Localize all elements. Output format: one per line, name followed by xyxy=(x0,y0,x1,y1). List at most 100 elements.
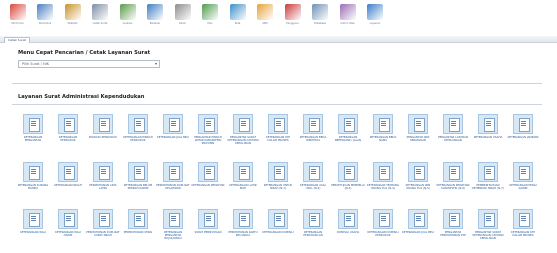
toolbar-item-label: Cetak Surat xyxy=(92,22,108,25)
toolbar-item-bantuan[interactable]: Bantuan xyxy=(142,4,169,34)
surat-card[interactable]: PENGANTAR LAPORAN KEHILANGAN xyxy=(437,114,469,146)
surat-card[interactable]: PERMOHONAN DUPLIKAT SURAT NIKAH xyxy=(86,209,120,241)
surat-card[interactable]: KETERANGAN BEDA NAMA xyxy=(367,114,399,146)
surat-card[interactable]: KETERANGAN PENGANTAR RUJUK/CERAI xyxy=(157,209,189,241)
toolbar-item-penduduk[interactable]: Penduduk xyxy=(32,4,59,34)
surat-card[interactable]: KETERANGAN JAMINAN xyxy=(507,114,539,146)
surat-label: KETERANGAN JUAL BELI xyxy=(157,135,189,139)
toolbar-item-persil[interactable]: Persil xyxy=(169,4,196,34)
surat-card[interactable]: KETERANGAN BEDA IDENTITAS xyxy=(297,114,329,146)
surat-card[interactable]: KETERANGAN PENGANTAR xyxy=(17,114,49,146)
document-icon xyxy=(338,209,358,229)
surat-card[interactable]: KETERANGAN PERGI KAWIN xyxy=(507,162,539,190)
surat-card[interactable]: KETERANGAN BEPERGIAN / JALAN xyxy=(332,114,364,146)
tab-cetak-surat[interactable]: Cetak Surat xyxy=(4,37,30,43)
surat-card[interactable]: KETERANGAN PENGHASILAN xyxy=(297,209,329,241)
surat-card[interactable]: KETERANGAN KTP DALAM PROSES xyxy=(262,114,294,146)
surat-label: KETERANGAN KURANG MAMPU xyxy=(17,183,49,191)
users-icon xyxy=(284,4,301,20)
document-icon xyxy=(268,114,288,134)
toolbar-item-plan[interactable]: Plan xyxy=(197,4,224,34)
surat-card[interactable]: SURAT PERNYATAAN xyxy=(192,209,224,241)
surat-card[interactable]: PERMOHONAN AKTA LAHIR xyxy=(87,162,119,190)
toolbar-item-admin-web[interactable]: Admin Web xyxy=(334,4,361,34)
surat-card[interactable]: KETERANGAN DOMISILI xyxy=(262,209,294,241)
globe-icon xyxy=(229,4,246,20)
surat-label: KETERANGAN ASAL USUL (N-2) xyxy=(299,183,327,191)
surat-search-select[interactable]: Pilih Surat / NIK ▾ xyxy=(18,60,160,68)
surat-card[interactable]: KETERANGAN JUAL BELI xyxy=(402,209,434,241)
surat-card[interactable]: KETERANGAN UNTUK NIKAH (N-1) xyxy=(262,162,294,190)
surat-card[interactable]: KETERANGAN IZIN ORANG TUA (N-5) xyxy=(402,162,434,190)
document-icon xyxy=(478,209,498,229)
document-icon xyxy=(513,162,533,182)
surat-label: KETERANGAN IZIN ORANG TUA (N-5) xyxy=(405,183,431,191)
toolbar-item-label: Admin Web xyxy=(340,22,355,25)
toolbar-item-analisis[interactable]: Analisis xyxy=(114,4,141,34)
surat-card[interactable]: KETERANGAN LAHIR MATI xyxy=(227,162,259,190)
document-icon xyxy=(408,114,428,134)
surat-card[interactable]: PENGANTAR IZIN KERAMAIAN xyxy=(402,114,434,146)
surat-label: DOMISILI USAHA xyxy=(336,230,360,234)
toolbar-item-pengguna[interactable]: Pengguna xyxy=(279,4,306,34)
surat-card[interactable]: KETERANGAN ASAL USUL (N-2) xyxy=(297,162,329,190)
toolbar-item-sms[interactable]: SMS xyxy=(252,4,279,34)
surat-row: KETERANGAN PENGANTAR KETERANGAN PENDUDUK B… xyxy=(17,114,542,146)
toolbar-item-cetak-surat[interactable]: Cetak Surat xyxy=(87,4,114,34)
surat-card[interactable]: KETERANGAN KEMATIAN xyxy=(192,162,224,190)
surat-card[interactable]: PERMOHONAN CERAI xyxy=(122,209,154,241)
surat-card[interactable]: PERMOHONAN DUPLIKAT KELAHIRAN xyxy=(156,162,190,190)
document-icon xyxy=(513,114,533,134)
surat-card[interactable]: KETERANGAN WALI HAKIM xyxy=(52,209,84,241)
tab-bar: Cetak Surat xyxy=(0,36,557,43)
surat-label: KETERANGAN NIKAH xyxy=(54,183,82,187)
surat-card[interactable]: KETERANGAN PINDAH PENDUDUK xyxy=(122,114,154,146)
document-icon xyxy=(198,162,218,182)
surat-label: PENGANTAR LAPORAN KEHILANGAN xyxy=(438,135,468,143)
surat-card[interactable]: KETERANGAN USAHA xyxy=(472,114,504,146)
surat-card[interactable]: KETERANGAN WALI xyxy=(17,209,49,241)
surat-label: KETERANGAN BELUM PERNAH KAWIN xyxy=(123,183,153,191)
surat-card[interactable]: PENGANTAR PINDAH ANTAR KABUPATEN/ PROVIN… xyxy=(192,114,224,146)
document-icon xyxy=(303,209,323,229)
surat-label: KETERANGAN PINDAH PENDUDUK xyxy=(123,135,153,143)
toolbar-item-statistik[interactable]: Statistik xyxy=(59,4,86,34)
surat-card[interactable]: KETERANGAN JUAL BELI xyxy=(157,114,189,146)
document-icon xyxy=(338,114,358,134)
surat-label: KETERANGAN PENGANTAR RUJUK/CERAI xyxy=(163,230,183,241)
surat-label: KETERANGAN PERGI KAWIN xyxy=(509,183,537,191)
surat-label: KETERANGAN JUAL BELI xyxy=(402,230,434,234)
surat-card[interactable]: KETERANGAN KTP DALAM PROSES xyxy=(507,209,539,241)
toolbar-item-label: Penduduk xyxy=(38,22,52,25)
surat-card[interactable]: BIODATA PENDUDUK xyxy=(87,114,119,146)
document-icon xyxy=(373,209,393,229)
document-icon xyxy=(23,162,43,182)
surat-card[interactable]: KETERANGAN PENDUDUK xyxy=(52,114,84,146)
toolbar-item-database[interactable]: Database xyxy=(307,4,334,34)
surat-card[interactable]: KETERANGAN KURANG MAMPU xyxy=(17,162,49,190)
surat-label: KETERANGAN USAHA xyxy=(473,135,503,139)
surat-card[interactable]: PENGANTAR PERMOHONAN KTP xyxy=(437,209,469,241)
surat-card[interactable]: PEMBERITAHUAN KEHENDAK NIKAH (N-7) xyxy=(472,162,504,190)
surat-label: KETERANGAN PENGHASILAN xyxy=(303,230,323,238)
surat-card[interactable]: KETERANGAN BELUM PERNAH KAWIN xyxy=(122,162,154,190)
surat-card[interactable]: KETERANGAN KEMATIAN SUAMI/ISTRI (N-6) xyxy=(437,162,469,190)
surat-label: KETERANGAN JAMINAN xyxy=(507,135,539,139)
document-icon xyxy=(198,114,218,134)
document-icon xyxy=(128,114,148,134)
document-icon xyxy=(303,114,323,134)
surat-card[interactable]: PERMOHONAN KARTU KELUARGA xyxy=(227,209,259,241)
surat-card[interactable]: KETERANGAN TENTANG ORANG TUA (N-4) xyxy=(367,162,399,190)
toolbar-item-layanan[interactable]: Layanan xyxy=(362,4,389,34)
toolbar-item-label: Bantuan xyxy=(149,22,161,25)
surat-card[interactable]: KETERANGAN NIKAH xyxy=(52,162,84,190)
toolbar-item-label: SMS xyxy=(262,22,268,25)
surat-card[interactable]: KETERANGAN DOMISILI PENDUDUK xyxy=(367,209,399,241)
surat-card[interactable]: DOMISILI USAHA xyxy=(332,209,364,241)
document-icon xyxy=(128,209,148,229)
surat-card[interactable]: PENGANTAR SURAT KETERANGAN CATATAN KEPOL… xyxy=(472,209,504,241)
toolbar-item-peta[interactable]: Peta xyxy=(224,4,251,34)
toolbar-item-sid-home[interactable]: SID Home xyxy=(4,4,31,34)
surat-card[interactable]: PENGANTAR SURAT KETERANGAN CATATAN KEPOL… xyxy=(227,114,259,146)
surat-card[interactable]: PERSETUJUAN MEMPELAI (N-3) xyxy=(331,162,365,190)
